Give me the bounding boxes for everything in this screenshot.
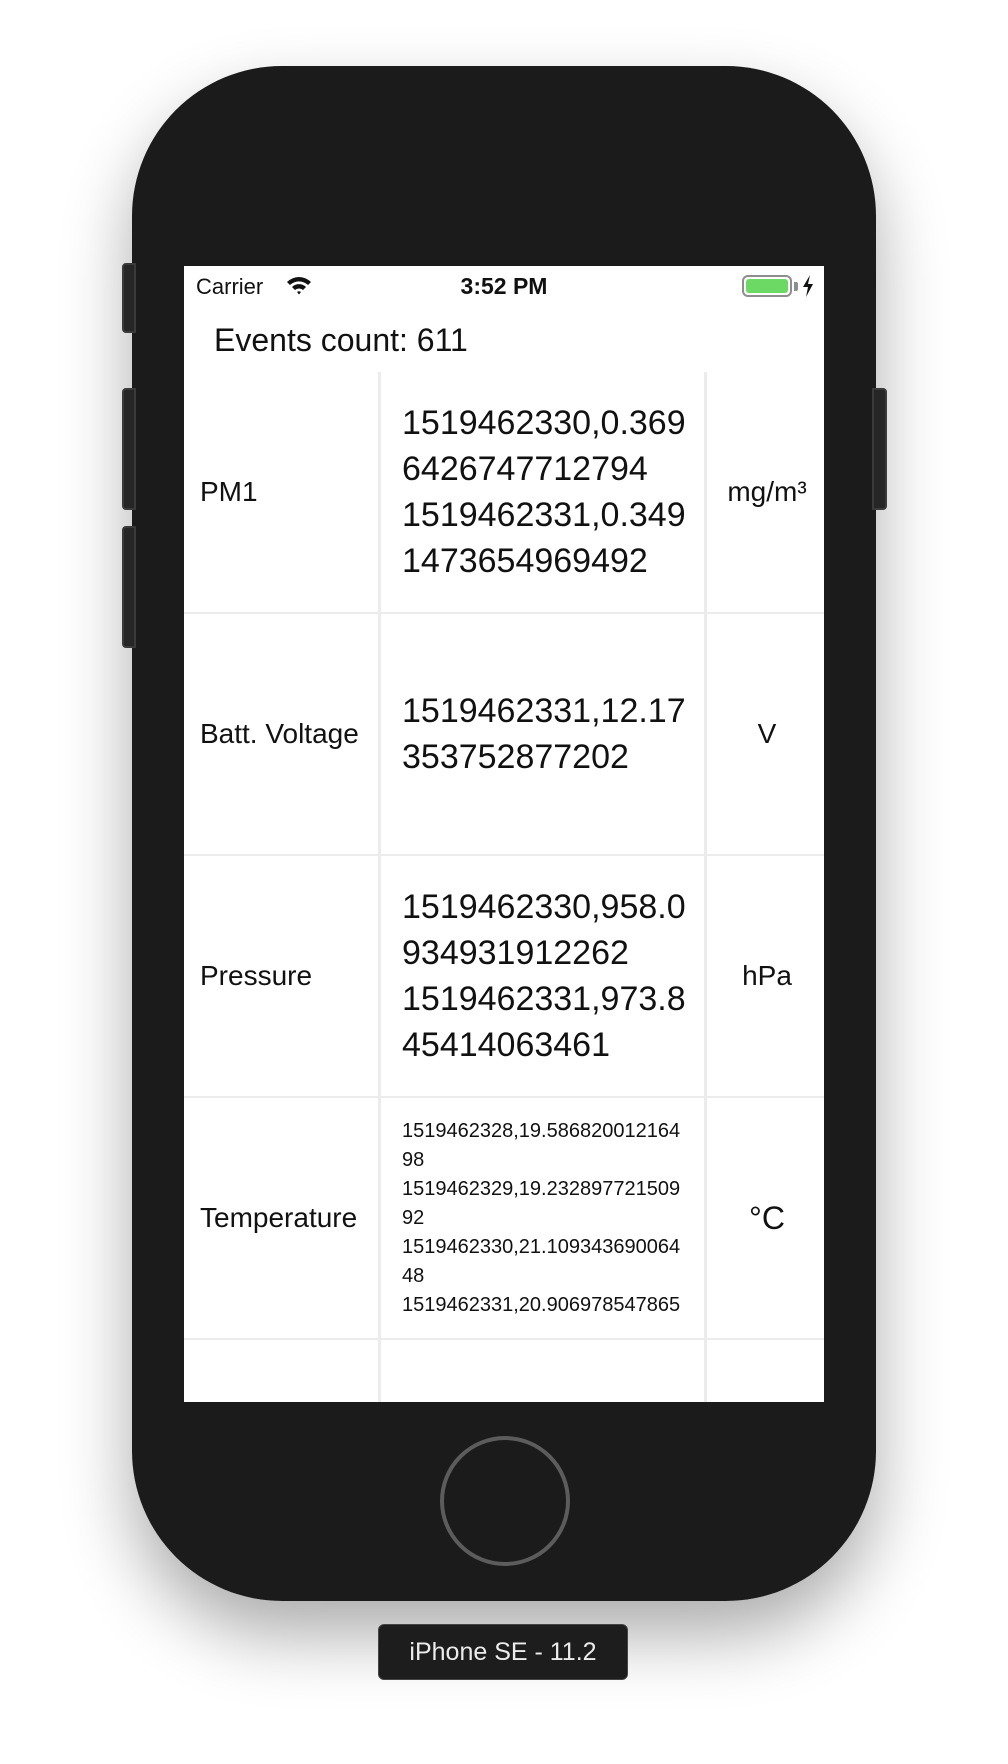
sensor-unit: V: [757, 718, 777, 749]
sensor-value: 1519462331,12.17353752877202: [384, 614, 707, 854]
table-row[interactable]: Batt. Voltage 1519462331,12.173537528772…: [184, 614, 824, 856]
events-count-label: Events count: 611: [214, 322, 468, 358]
sensor-unit: [710, 1340, 824, 1402]
sensor-table[interactable]: PM1 1519462330,0.3696426747712794 151946…: [184, 372, 824, 1402]
battery-icon: [742, 275, 792, 297]
sensor-unit: °C: [749, 1200, 785, 1236]
sensor-unit: mg/m³: [727, 476, 807, 507]
battery-level: [746, 279, 788, 293]
table-row[interactable]: 1519462331,0B100: [184, 1340, 824, 1402]
app-screen: Carrier 3:52 PM Events count: 611 PM1 15…: [184, 266, 824, 1402]
home-button[interactable]: [440, 1436, 570, 1566]
sensor-name: Temperature: [184, 1098, 381, 1338]
sensor-unit: hPa: [742, 960, 792, 991]
sensor-value: 1519462328,19.58682001216498 1519462329,…: [384, 1098, 707, 1338]
battery-cap: [794, 282, 798, 291]
power-button: [872, 388, 887, 510]
status-bar: Carrier 3:52 PM: [184, 266, 824, 306]
sensor-value: 1519462331,0B100: [384, 1340, 707, 1402]
sensor-name: Pressure: [184, 856, 381, 1096]
charging-icon: [802, 275, 814, 302]
table-row[interactable]: Temperature 1519462328,19.58682001216498…: [184, 1098, 824, 1340]
status-time: 3:52 PM: [460, 273, 548, 299]
table-row[interactable]: PM1 1519462330,0.3696426747712794 151946…: [184, 372, 824, 614]
volume-up-button: [122, 388, 136, 510]
sensor-value: 1519462330,958.0934931912262 1519462331,…: [384, 856, 707, 1096]
table-row[interactable]: Pressure 1519462330,958.0934931912262 15…: [184, 856, 824, 1098]
mute-switch: [122, 263, 136, 333]
sensor-name: [184, 1340, 381, 1402]
sensor-name: Batt. Voltage: [184, 614, 381, 854]
sensor-name: PM1: [184, 372, 381, 612]
sensor-value: 1519462330,0.3696426747712794 1519462331…: [384, 372, 707, 612]
volume-down-button: [122, 526, 136, 648]
simulator-device-label: iPhone SE - 11.2: [378, 1624, 628, 1680]
